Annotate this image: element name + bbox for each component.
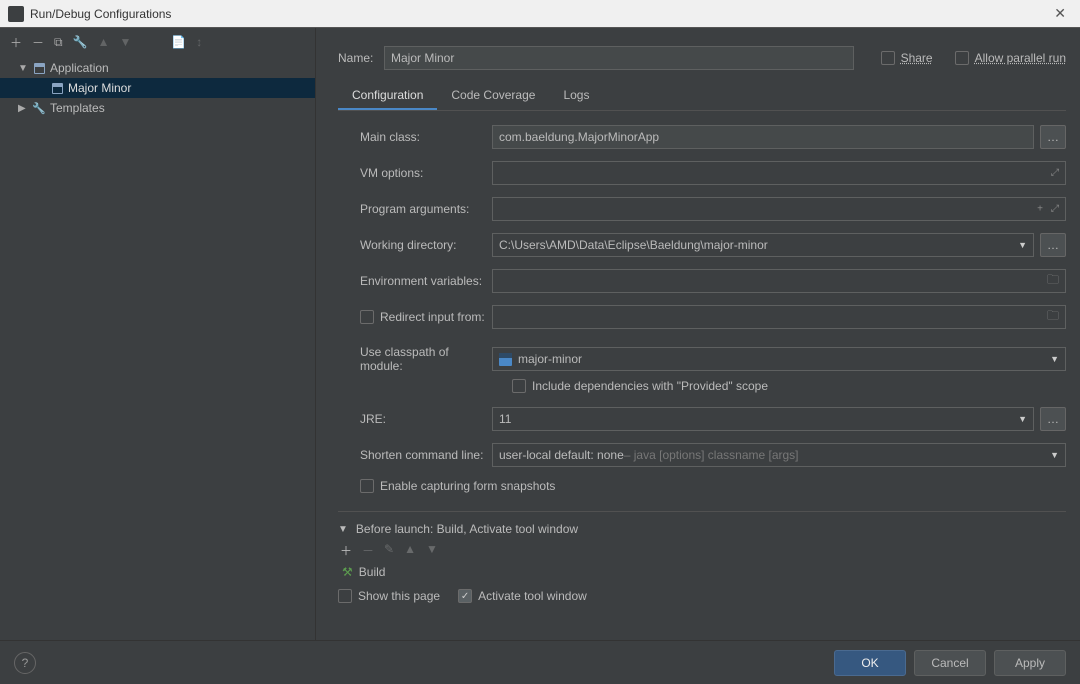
sidebar-toolbar: ＋ － ⧉ 🔧 ▲ ▼ 📄 ↕ — [0, 28, 315, 56]
classpath-module-select[interactable]: major-minor ▼ — [492, 347, 1066, 371]
name-label: Name: — [338, 51, 384, 65]
jre-label: JRE: — [360, 412, 492, 426]
move-down-icon[interactable]: ▼ — [119, 35, 131, 49]
move-up-icon[interactable]: ▲ — [98, 35, 110, 49]
application-run-icon — [50, 81, 64, 95]
move-up-icon[interactable]: ▲ — [404, 542, 416, 559]
activate-tool-window-checkbox[interactable]: ✓Activate tool window — [458, 589, 587, 603]
browse-main-class-button[interactable]: … — [1040, 125, 1066, 149]
ok-button[interactable]: OK — [834, 650, 906, 676]
show-this-page-checkbox[interactable]: Show this page — [338, 589, 440, 603]
before-launch-header: Before launch: Build, Activate tool wind… — [356, 522, 578, 536]
add-config-icon[interactable]: ＋ — [10, 34, 22, 51]
window-title: Run/Debug Configurations — [30, 7, 1048, 21]
chevron-down-icon[interactable]: ▼ — [1050, 450, 1059, 460]
tree-node-major-minor[interactable]: Major Minor — [0, 78, 315, 98]
move-down-icon[interactable]: ▼ — [426, 542, 438, 559]
env-vars-label: Environment variables: — [360, 274, 492, 288]
redirect-input-field[interactable]: 🗀 — [492, 305, 1066, 329]
vm-options-input[interactable]: ⤢ — [492, 161, 1066, 185]
program-args-label: Program arguments: — [360, 202, 492, 216]
titlebar: Run/Debug Configurations ✕ — [0, 0, 1080, 28]
hammer-icon: ⚒ — [342, 565, 353, 579]
vm-options-label: VM options: — [360, 166, 492, 180]
tab-code-coverage[interactable]: Code Coverage — [437, 82, 549, 110]
sort-icon[interactable]: ↕ — [196, 35, 202, 49]
edit-defaults-icon[interactable]: 🔧 — [73, 35, 88, 49]
module-icon — [499, 353, 512, 366]
dialog-footer: ? OK Cancel Apply — [0, 640, 1080, 684]
config-tree: ▼ Application Major Minor ▶ 🔧 Templates — [0, 56, 315, 640]
copy-config-icon[interactable]: ⧉ — [54, 35, 63, 50]
remove-task-icon[interactable]: － — [362, 542, 374, 559]
folder-icon[interactable]: 🗀 — [1047, 307, 1059, 328]
config-tabs: Configuration Code Coverage Logs — [338, 82, 1066, 111]
templates-icon: 🔧 — [32, 101, 46, 115]
expand-icon[interactable]: ⤢ — [1051, 204, 1059, 215]
main-class-input[interactable] — [492, 125, 1034, 149]
working-dir-input[interactable]: C:\Users\AMD\Data\Eclipse\Baeldung\major… — [492, 233, 1034, 257]
enable-snapshots-checkbox[interactable]: Enable capturing form snapshots — [360, 479, 555, 493]
share-checkbox[interactable]: Share — [881, 51, 933, 65]
before-launch-item-build[interactable]: ⚒ Build — [338, 563, 1066, 581]
cancel-button[interactable]: Cancel — [914, 650, 986, 676]
redirect-input-checkbox[interactable]: Redirect input from: — [360, 310, 492, 324]
tree-label: Major Minor — [68, 81, 131, 95]
main-class-label: Main class: — [360, 130, 492, 144]
help-button[interactable]: ? — [14, 652, 36, 674]
main-panel: Name: Share Allow parallel run Configura… — [316, 28, 1080, 640]
caret-down-icon: ▼ — [18, 63, 28, 74]
tab-configuration[interactable]: Configuration — [338, 82, 437, 110]
allow-parallel-checkbox[interactable]: Allow parallel run — [955, 51, 1066, 65]
close-icon[interactable]: ✕ — [1048, 5, 1072, 22]
tree-node-application[interactable]: ▼ Application — [0, 58, 315, 78]
app-window-icon — [8, 6, 24, 22]
chevron-down-icon[interactable]: ▼ — [1050, 354, 1059, 364]
expand-icon[interactable]: ⤢ — [1051, 168, 1059, 179]
sidebar: ＋ － ⧉ 🔧 ▲ ▼ 📄 ↕ ▼ Application Major Mino… — [0, 28, 316, 640]
remove-config-icon[interactable]: － — [32, 34, 44, 51]
jre-select[interactable]: 11 ▼ — [492, 407, 1034, 431]
application-folder-icon — [32, 61, 46, 75]
tree-label: Application — [50, 61, 109, 75]
add-task-icon[interactable]: ＋ — [340, 542, 352, 559]
shorten-label: Shorten command line: — [360, 448, 492, 462]
env-vars-input[interactable]: 🗀 — [492, 269, 1066, 293]
add-arg-icon[interactable]: + — [1037, 204, 1043, 215]
include-provided-checkbox[interactable]: Include dependencies with "Provided" sco… — [512, 379, 1066, 393]
save-config-icon[interactable]: 📄 — [171, 35, 186, 49]
shorten-cmd-select[interactable]: user-local default: none – java [options… — [492, 443, 1066, 467]
program-args-input[interactable]: + ⤢ — [492, 197, 1066, 221]
caret-right-icon: ▶ — [18, 103, 28, 114]
browse-jre-button[interactable]: … — [1040, 407, 1066, 431]
edit-task-icon[interactable]: ✎ — [384, 542, 394, 559]
browse-working-dir-button[interactable]: … — [1040, 233, 1066, 257]
chevron-down-icon[interactable]: ▼ — [1018, 414, 1027, 424]
tree-label: Templates — [50, 101, 105, 115]
chevron-down-icon[interactable]: ▼ — [1018, 240, 1027, 250]
tree-node-templates[interactable]: ▶ 🔧 Templates — [0, 98, 315, 118]
tab-logs[interactable]: Logs — [549, 82, 603, 110]
working-dir-label: Working directory: — [360, 238, 492, 252]
name-input[interactable] — [384, 46, 854, 70]
caret-down-icon[interactable]: ▼ — [338, 524, 348, 535]
classpath-label: Use classpath of module: — [360, 345, 492, 373]
folder-icon[interactable]: 🗀 — [1047, 271, 1059, 292]
apply-button[interactable]: Apply — [994, 650, 1066, 676]
